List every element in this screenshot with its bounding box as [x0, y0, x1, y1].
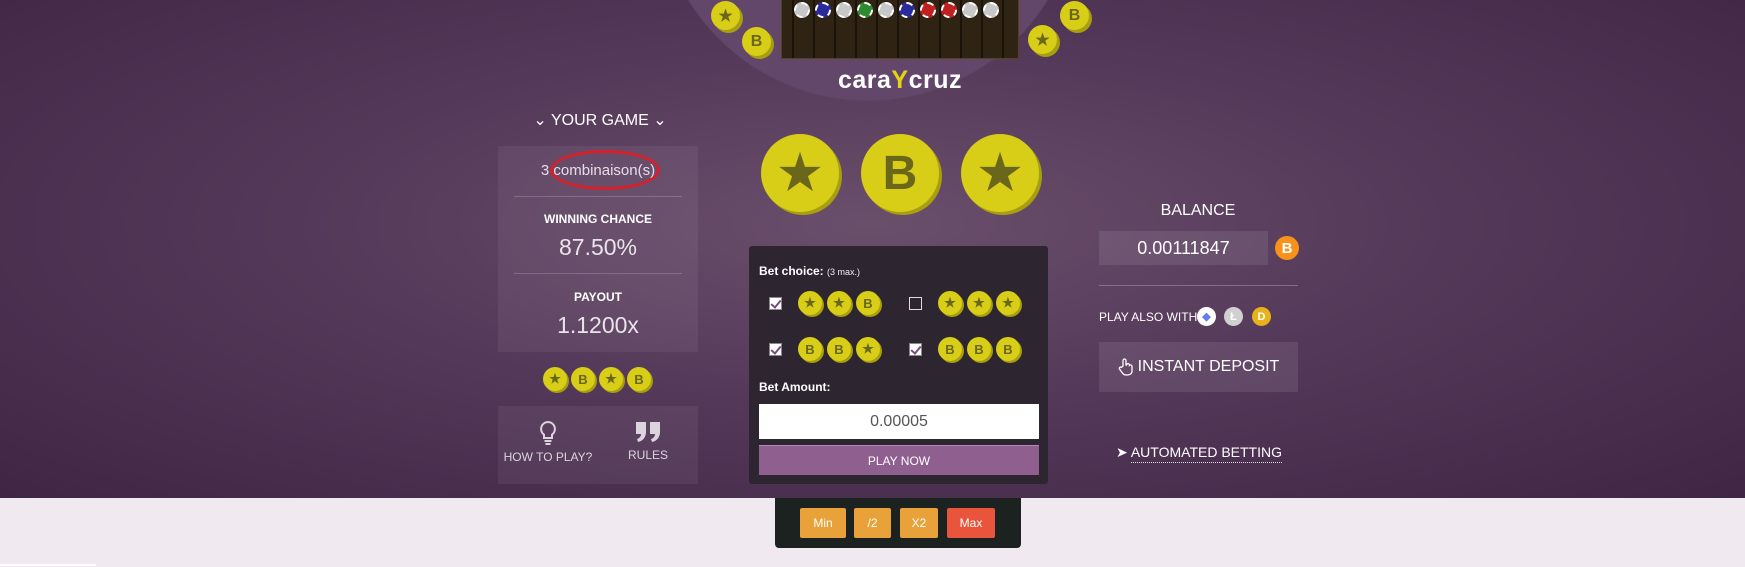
star-coin: ★ — [543, 367, 567, 391]
star-coin[interactable]: ★ — [938, 291, 962, 315]
bet-choice-label: Bet choice: (3 max.) — [759, 264, 861, 278]
payout-value: 1.1200x — [557, 312, 639, 338]
brand-logo: caraYcruz — [837, 66, 963, 94]
divider — [1099, 285, 1298, 286]
b-coin: B — [571, 367, 595, 391]
automated-betting-link[interactable]: ➤ AUTOMATED BETTING — [1113, 444, 1285, 463]
bet-option-checkbox-2[interactable] — [909, 297, 922, 310]
rack-chip — [836, 2, 852, 18]
help-panel: HOW TO PLAY? RULES — [498, 406, 698, 484]
star-coin[interactable]: ★ — [798, 291, 822, 315]
bet-amount-input[interactable] — [759, 404, 1039, 439]
b-coin[interactable]: B — [967, 337, 991, 361]
b-coin: B — [627, 367, 651, 391]
bet-amount-label: Bet Amount: — [759, 380, 831, 394]
result-coin-2: B — [861, 134, 939, 212]
rack-chip — [983, 2, 999, 18]
max-button[interactable]: Max — [947, 508, 995, 538]
b-coin[interactable]: B — [856, 291, 880, 315]
b-coin[interactable]: B — [827, 337, 851, 361]
wheel-star-coin: ★ — [711, 1, 740, 30]
wheel-star-coin: ★ — [1028, 25, 1057, 54]
rules-button[interactable]: RULES — [598, 406, 698, 484]
half-button[interactable]: /2 — [854, 508, 891, 538]
star-coin[interactable]: ★ — [856, 337, 880, 361]
b-coin[interactable]: B — [996, 337, 1020, 361]
how-to-play-button[interactable]: HOW TO PLAY? — [498, 406, 598, 484]
bet-panel: Bet choice: (3 max.) ★ ★ B ★ ★ ★ B B ★ B B B Bet Am… — [749, 246, 1048, 484]
rack-chip — [794, 2, 810, 18]
quick-bet-bar: Min /2 X2 Max — [775, 498, 1021, 548]
play-also-label: PLAY ALSO WITH: — [1099, 310, 1201, 324]
rack-chip — [815, 2, 831, 18]
result-coin-1: ★ — [761, 134, 839, 212]
wheel-b-coin: B — [1060, 1, 1089, 30]
play-now-button[interactable]: PLAY NOW — [759, 445, 1039, 475]
ethereum-icon[interactable]: ◆ — [1197, 307, 1216, 326]
instant-deposit-button[interactable]: INSTANT DEPOSIT — [1099, 342, 1298, 392]
b-coin[interactable]: B — [798, 337, 822, 361]
rack-chip — [857, 2, 873, 18]
result-coin-3: ★ — [961, 134, 1039, 212]
winning-chance-value: 87.50% — [558, 234, 637, 260]
game-stage: ★ B ★ B caraYcruz ★ B ★ ⌄ YOUR GAME ⌄ 3 … — [0, 0, 1745, 498]
annotation-circle — [550, 150, 660, 190]
double-button[interactable]: X2 — [900, 508, 938, 538]
chip-rack — [781, 0, 1019, 59]
bet-option-checkbox-4[interactable] — [909, 343, 922, 356]
b-coin[interactable]: B — [938, 337, 962, 361]
bet-option-checkbox-3[interactable] — [769, 343, 782, 356]
balance-value: 0.00111847 — [1099, 231, 1268, 265]
divider — [514, 273, 682, 274]
hand-pointer-icon — [1118, 358, 1133, 376]
divider — [514, 196, 682, 197]
star-coin: ★ — [599, 367, 623, 391]
min-button[interactable]: Min — [800, 508, 846, 538]
star-coin[interactable]: ★ — [967, 291, 991, 315]
dogecoin-icon[interactable]: D — [1252, 307, 1271, 326]
rack-chip — [899, 2, 915, 18]
rocket-icon: ➤ — [1115, 444, 1128, 460]
bitcoin-icon[interactable]: B — [1275, 236, 1299, 260]
winning-chance-label: WINNING CHANCE — [544, 212, 652, 226]
payout-label: PAYOUT — [573, 290, 622, 304]
footer-line — [0, 564, 96, 566]
bet-option-checkbox-1[interactable] — [769, 297, 782, 310]
your-game-toggle[interactable]: ⌄ YOUR GAME ⌄ — [500, 110, 700, 130]
balance-label: BALANCE — [1160, 202, 1236, 219]
game-info-panel: 3 combinaison(s) WINNING CHANCE 87.50% P… — [498, 146, 698, 352]
rack-chip — [941, 2, 957, 18]
rack-chip — [878, 2, 894, 18]
rack-slot — [1002, 0, 1004, 58]
wheel-b-coin: B — [742, 27, 771, 56]
star-coin[interactable]: ★ — [827, 291, 851, 315]
star-coin[interactable]: ★ — [996, 291, 1020, 315]
quote-icon — [636, 422, 660, 442]
lightbulb-icon — [540, 420, 556, 445]
litecoin-icon[interactable]: Ł — [1224, 307, 1243, 326]
rack-chip — [920, 2, 936, 18]
rack-chip — [962, 2, 978, 18]
